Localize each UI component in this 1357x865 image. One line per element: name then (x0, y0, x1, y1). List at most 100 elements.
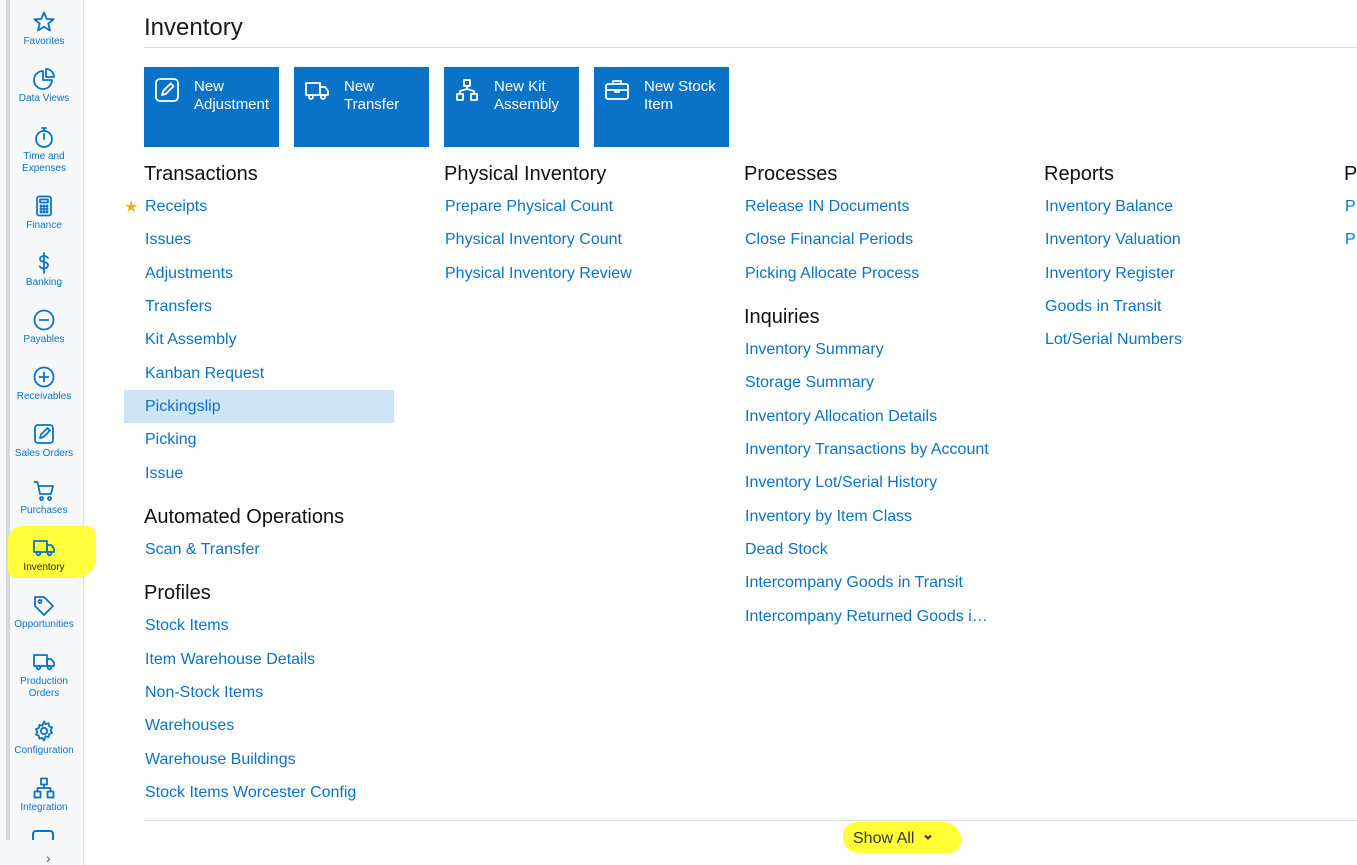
new-stock-item-tile[interactable]: New Stock Item (594, 67, 729, 147)
link-inventory-balance[interactable]: Inventory Balance (1045, 198, 1173, 216)
link-inventory-register[interactable]: Inventory Register (1045, 265, 1175, 283)
briefcase-icon (604, 77, 630, 103)
link-close-financial-periods[interactable]: Close Financial Periods (745, 231, 913, 249)
new-kit-assembly-tile[interactable]: New Kit Assembly (444, 67, 579, 147)
link-kanban-request[interactable]: Kanban Request (145, 365, 264, 383)
sidebar-item-integration[interactable]: Integration (8, 769, 80, 826)
section-title-reports: Reports (1044, 163, 1115, 185)
link-physical-inventory-review[interactable]: Physical Inventory Review (445, 265, 632, 283)
link-inventory-by-item-class[interactable]: Inventory by Item Class (745, 508, 912, 526)
page-title: Inventory (144, 14, 243, 41)
sidebar-item-favorites[interactable]: Favorites (8, 3, 80, 60)
favorite-star-icon[interactable]: ★ (124, 197, 138, 217)
section-title-transactions: Transactions (144, 163, 258, 185)
link-stock-items[interactable]: Stock Items (145, 617, 229, 635)
sidebar-item-label: Purchases (20, 505, 68, 516)
cart-icon (31, 478, 57, 504)
pie-chart-icon (31, 66, 57, 92)
link-issue[interactable]: Issue (145, 465, 183, 483)
link-inventory-lot-serial-history[interactable]: Inventory Lot/Serial History (745, 474, 937, 492)
sidebar-item-label: Production Orders (20, 676, 68, 699)
link-picking-allocate-process[interactable]: Picking Allocate Process (745, 265, 919, 283)
sidebar-item-configuration[interactable]: Configuration (8, 712, 80, 769)
section-title-inquiries: Inquiries (744, 306, 820, 328)
star-icon (31, 9, 57, 35)
minus-circle-icon (31, 307, 57, 333)
partial-nav-icon (32, 830, 54, 840)
edit-icon (154, 77, 180, 103)
section-title-cutoff: P (1344, 163, 1357, 185)
sidebar-item-payables[interactable]: Payables (8, 301, 80, 358)
sidebar-item-sales-orders[interactable]: Sales Orders (8, 415, 80, 472)
section-title-processes: Processes (744, 163, 838, 185)
sidebar-item-receivables[interactable]: Receivables (8, 358, 80, 415)
link-warehouse-buildings[interactable]: Warehouse Buildings (145, 751, 296, 769)
sidebar-item-purchases[interactable]: Purchases (8, 472, 80, 529)
calculator-icon (31, 193, 57, 219)
dollar-icon (31, 250, 57, 276)
sidebar-item-label: Inventory (23, 562, 65, 573)
link-warehouses[interactable]: Warehouses (145, 717, 234, 735)
new-adjustment-tile[interactable]: New Adjustment (144, 67, 279, 147)
link-prepare-physical-count[interactable]: Prepare Physical Count (445, 198, 613, 216)
sidebar-item-data-views[interactable]: Data Views (8, 60, 80, 117)
sidebar-item-label: Configuration (14, 745, 74, 756)
link-cutoff-2[interactable]: P (1345, 231, 1356, 249)
pencil-icon (31, 421, 57, 447)
sidebar-item-label: Favorites (23, 36, 65, 47)
truck-icon (31, 649, 57, 675)
link-release-in-documents[interactable]: Release IN Documents (745, 198, 910, 216)
link-receipts[interactable]: Receipts (145, 198, 207, 216)
network-icon (31, 775, 57, 801)
expand-sidebar-chevron-icon[interactable]: › (46, 850, 51, 865)
sidebar: Favorites Data Views Time and Expenses F… (0, 0, 96, 865)
link-stock-items-worcester-config[interactable]: Stock Items Worcester Config (145, 784, 356, 802)
sidebar-item-opportunities[interactable]: Opportunities (8, 586, 80, 643)
sidebar-item-label: Payables (23, 334, 65, 345)
link-goods-in-transit[interactable]: Goods in Transit (1045, 298, 1162, 316)
hierarchy-icon (454, 77, 480, 103)
sidebar-item-time-and-expenses[interactable]: Time and Expenses (8, 118, 80, 175)
link-cutoff-1[interactable]: P (1345, 198, 1356, 216)
gear-icon (31, 718, 57, 744)
link-adjustments[interactable]: Adjustments (145, 265, 233, 283)
link-storage-summary[interactable]: Storage Summary (745, 374, 874, 392)
link-picking[interactable]: Picking (145, 431, 197, 449)
footer-divider (144, 820, 1357, 821)
link-transfers[interactable]: Transfers (145, 298, 212, 316)
link-non-stock-items[interactable]: Non-Stock Items (145, 684, 263, 702)
sidebar-item-label: Banking (25, 277, 63, 288)
link-inventory-valuation[interactable]: Inventory Valuation (1045, 231, 1181, 249)
tile-label: New Stock Item (644, 78, 716, 113)
link-dead-stock[interactable]: Dead Stock (745, 541, 828, 559)
sidebar-item-banking[interactable]: Banking (8, 244, 80, 301)
link-intercompany-goods-in-transit[interactable]: Intercompany Goods in Transit (745, 574, 963, 592)
section-title-physical-inventory: Physical Inventory (444, 163, 607, 185)
link-kit-assembly[interactable]: Kit Assembly (145, 331, 237, 349)
truck-icon (31, 535, 57, 561)
sidebar-item-label: Data Views (18, 93, 70, 104)
sidebar-item-inventory[interactable]: Inventory (8, 529, 80, 586)
link-lot-serial-numbers[interactable]: Lot/Serial Numbers (1045, 331, 1182, 349)
sidebar-item-production-orders[interactable]: Production Orders (8, 643, 80, 700)
tile-label: New Kit Assembly (494, 78, 560, 113)
link-inventory-transactions-by-account[interactable]: Inventory Transactions by Account (745, 441, 989, 459)
link-item-warehouse-details[interactable]: Item Warehouse Details (145, 651, 315, 669)
link-inventory-summary[interactable]: Inventory Summary (745, 341, 884, 359)
link-scan-and-transfer[interactable]: Scan & Transfer (145, 541, 260, 559)
tag-icon (31, 592, 57, 618)
link-pickingslip[interactable]: Pickingslip (145, 398, 221, 416)
link-issues[interactable]: Issues (145, 231, 191, 249)
show-all-button[interactable]: Show All (853, 830, 934, 848)
link-physical-inventory-count[interactable]: Physical Inventory Count (445, 231, 622, 249)
section-title-profiles: Profiles (144, 582, 211, 604)
tile-label: New Transfer (344, 78, 400, 113)
sidebar-item-label: Receivables (16, 391, 72, 402)
sidebar-item-label: Integration (20, 802, 68, 813)
title-divider (144, 47, 1357, 48)
link-intercompany-returned-goods[interactable]: Intercompany Returned Goods i… (745, 608, 988, 626)
sidebar-item-finance[interactable]: Finance (8, 187, 80, 244)
chevron-down-icon (922, 830, 934, 848)
new-transfer-tile[interactable]: New Transfer (294, 67, 429, 147)
link-inventory-allocation-details[interactable]: Inventory Allocation Details (745, 408, 937, 426)
